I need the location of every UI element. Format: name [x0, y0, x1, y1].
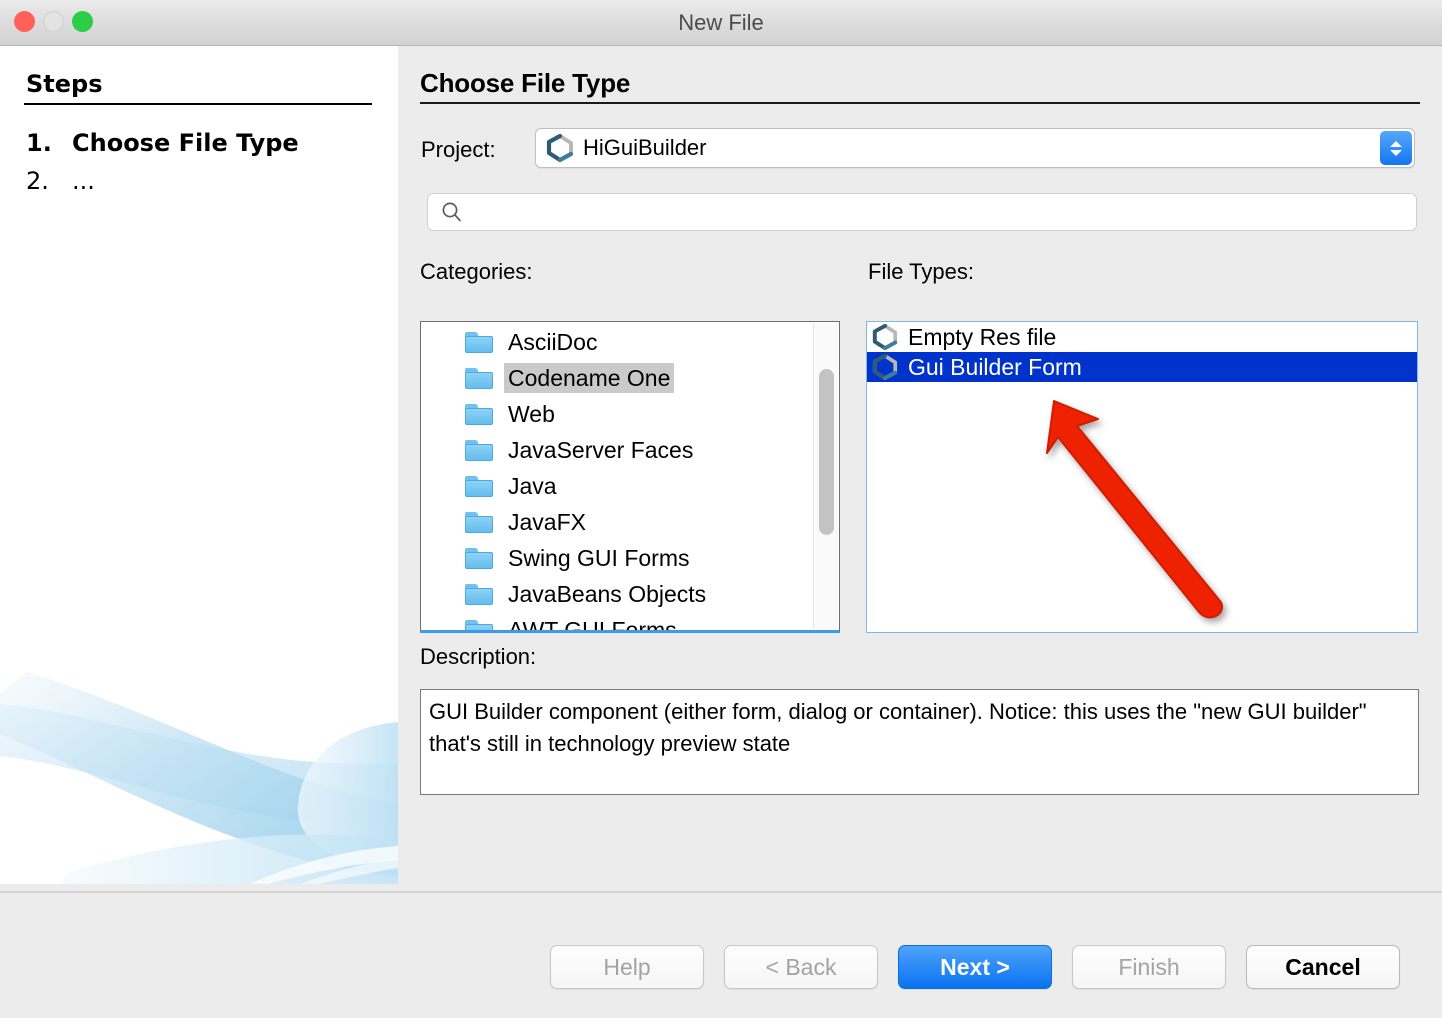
- file-types-label: File Types:: [868, 259, 974, 284]
- list-item[interactable]: JavaServer Faces: [421, 432, 813, 468]
- folder-icon: [465, 583, 493, 605]
- finish-button[interactable]: Finish: [1072, 945, 1226, 989]
- next-button[interactable]: Next >: [898, 945, 1052, 989]
- step-number: 1.: [26, 129, 52, 157]
- folder-icon: [465, 475, 493, 497]
- new-file-dialog: New File Steps 1. Choose File Type 2. ..…: [0, 0, 1442, 1018]
- folder-icon: [465, 439, 493, 461]
- search-icon: [442, 202, 461, 222]
- list-item[interactable]: Java: [421, 468, 813, 504]
- categories-list[interactable]: AsciiDoc Codename One Web JavaServer Fac…: [420, 321, 840, 633]
- category-label: AWT GUI Forms: [508, 617, 677, 633]
- cancel-button[interactable]: Cancel: [1246, 945, 1400, 989]
- content-panel: Choose File Type Project: HiGuiBuilder C…: [398, 46, 1442, 884]
- description-label: Description:: [420, 644, 537, 669]
- description-text: GUI Builder component (either form, dial…: [429, 699, 1367, 756]
- folder-icon: [465, 367, 493, 389]
- categories-scrollbar[interactable]: [813, 323, 838, 629]
- category-label: JavaServer Faces: [508, 437, 694, 463]
- list-item[interactable]: Web: [421, 396, 813, 432]
- decorative-swoosh-graphic: [0, 672, 398, 884]
- folder-icon: [465, 547, 493, 569]
- window-title: New File: [678, 10, 764, 35]
- category-label: Web: [508, 401, 555, 427]
- project-combobox[interactable]: HiGuiBuilder: [535, 128, 1415, 168]
- steps-divider: [24, 103, 372, 105]
- categories-label: Categories:: [420, 259, 533, 284]
- codename-one-logo-icon: [546, 134, 574, 162]
- help-button[interactable]: Help: [550, 945, 704, 989]
- step-item-1: 1. Choose File Type: [26, 124, 376, 162]
- list-item[interactable]: Gui Builder Form: [867, 352, 1417, 382]
- folder-icon: [465, 331, 493, 353]
- steps-heading: Steps: [26, 70, 103, 98]
- page-title: Choose File Type: [420, 68, 631, 98]
- file-types-list[interactable]: Empty Res file Gui Builder Form: [866, 321, 1418, 633]
- step-label: ...: [72, 167, 95, 195]
- steps-panel: Steps 1. Choose File Type 2. ...: [0, 46, 398, 884]
- list-item[interactable]: Codename One: [421, 360, 813, 396]
- description-box: GUI Builder component (either form, dial…: [420, 689, 1419, 795]
- search-field[interactable]: [427, 193, 1417, 231]
- category-label: JavaFX: [508, 509, 586, 535]
- back-button[interactable]: < Back: [724, 945, 878, 989]
- title-bar: New File: [0, 0, 1442, 46]
- category-label: JavaBeans Objects: [508, 581, 707, 607]
- chevron-updown-icon[interactable]: [1380, 131, 1412, 165]
- folder-icon: [465, 619, 493, 630]
- category-label: Codename One: [504, 363, 675, 393]
- folder-icon: [465, 403, 493, 425]
- step-item-2: 2. ...: [26, 162, 376, 200]
- category-label: Java: [508, 473, 557, 499]
- list-item[interactable]: JavaFX: [421, 504, 813, 540]
- codename-one-logo-icon: [872, 354, 898, 380]
- file-type-label: Empty Res file: [908, 324, 1057, 350]
- folder-icon: [465, 511, 493, 533]
- project-value: HiGuiBuilder: [583, 135, 707, 160]
- steps-list: 1. Choose File Type 2. ...: [26, 124, 376, 200]
- codename-one-logo-icon: [872, 324, 898, 350]
- step-number: 2.: [26, 167, 49, 195]
- scrollbar-thumb[interactable]: [819, 369, 834, 535]
- step-label: Choose File Type: [72, 129, 299, 157]
- list-item[interactable]: AWT GUI Forms: [421, 612, 813, 633]
- list-item[interactable]: Empty Res file: [867, 322, 1417, 352]
- project-label: Project:: [421, 137, 496, 162]
- category-label: Swing GUI Forms: [508, 545, 690, 571]
- dialog-button-bar: Help < Back Next > Finish Cancel: [550, 945, 1400, 989]
- list-item[interactable]: JavaBeans Objects: [421, 576, 813, 612]
- search-input[interactable]: [472, 199, 1376, 225]
- list-item[interactable]: Swing GUI Forms: [421, 540, 813, 576]
- footer-bar: Help < Back Next > Finish Cancel: [0, 893, 1442, 1018]
- list-item[interactable]: AsciiDoc: [421, 324, 813, 360]
- category-label: AsciiDoc: [508, 329, 598, 355]
- file-type-label: Gui Builder Form: [908, 354, 1082, 380]
- page-title-divider: [420, 102, 1420, 104]
